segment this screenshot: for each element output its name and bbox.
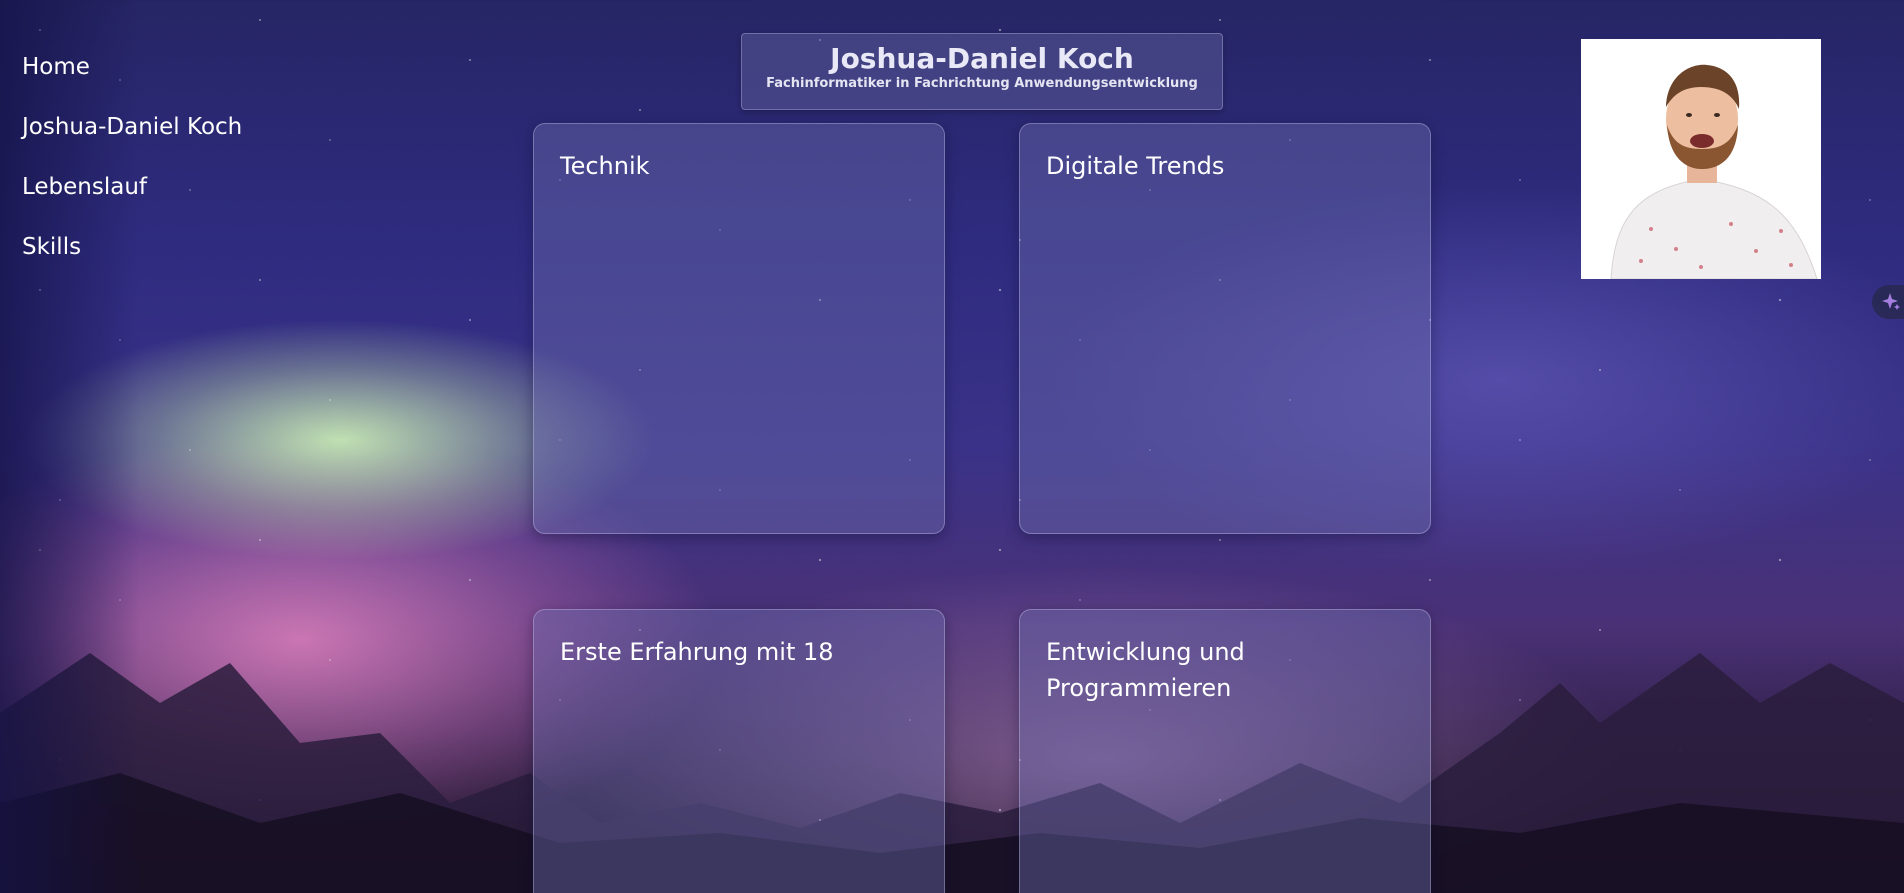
card-digitale-trends[interactable]: Digitale Trends xyxy=(1019,123,1431,534)
card-entwicklung[interactable]: Entwicklung und Programmieren xyxy=(1019,609,1431,893)
mountain-silhouette xyxy=(0,653,1904,893)
card-title: Erste Erfahrung mit 18 xyxy=(560,638,834,666)
card-erste-erfahrung[interactable]: Erste Erfahrung mit 18 xyxy=(533,609,945,893)
nav-item-profile[interactable]: Joshua-Daniel Koch xyxy=(22,110,242,144)
nav-item-skills[interactable]: Skills xyxy=(22,230,242,264)
page-title: Joshua-Daniel Koch xyxy=(830,42,1134,75)
page-subtitle: Fachinformatiker in Fachrichtung Anwendu… xyxy=(766,76,1198,91)
main-nav: Home Joshua-Daniel Koch Lebenslauf Skill… xyxy=(22,50,242,264)
sparkle-icon xyxy=(1882,293,1900,310)
portrait-photo-icon xyxy=(1581,39,1821,279)
card-title: Digitale Trends xyxy=(1046,152,1225,180)
card-title: Technik xyxy=(560,152,650,180)
nav-item-home[interactable]: Home xyxy=(22,50,242,84)
nav-item-lebenslauf[interactable]: Lebenslauf xyxy=(22,170,242,204)
header-card: Joshua-Daniel Koch Fachinformatiker in F… xyxy=(741,33,1223,110)
assistant-side-button[interactable] xyxy=(1872,285,1904,319)
card-title: Entwicklung und Programmieren xyxy=(1046,638,1245,702)
profile-photo xyxy=(1581,39,1821,279)
card-technik[interactable]: Technik xyxy=(533,123,945,534)
